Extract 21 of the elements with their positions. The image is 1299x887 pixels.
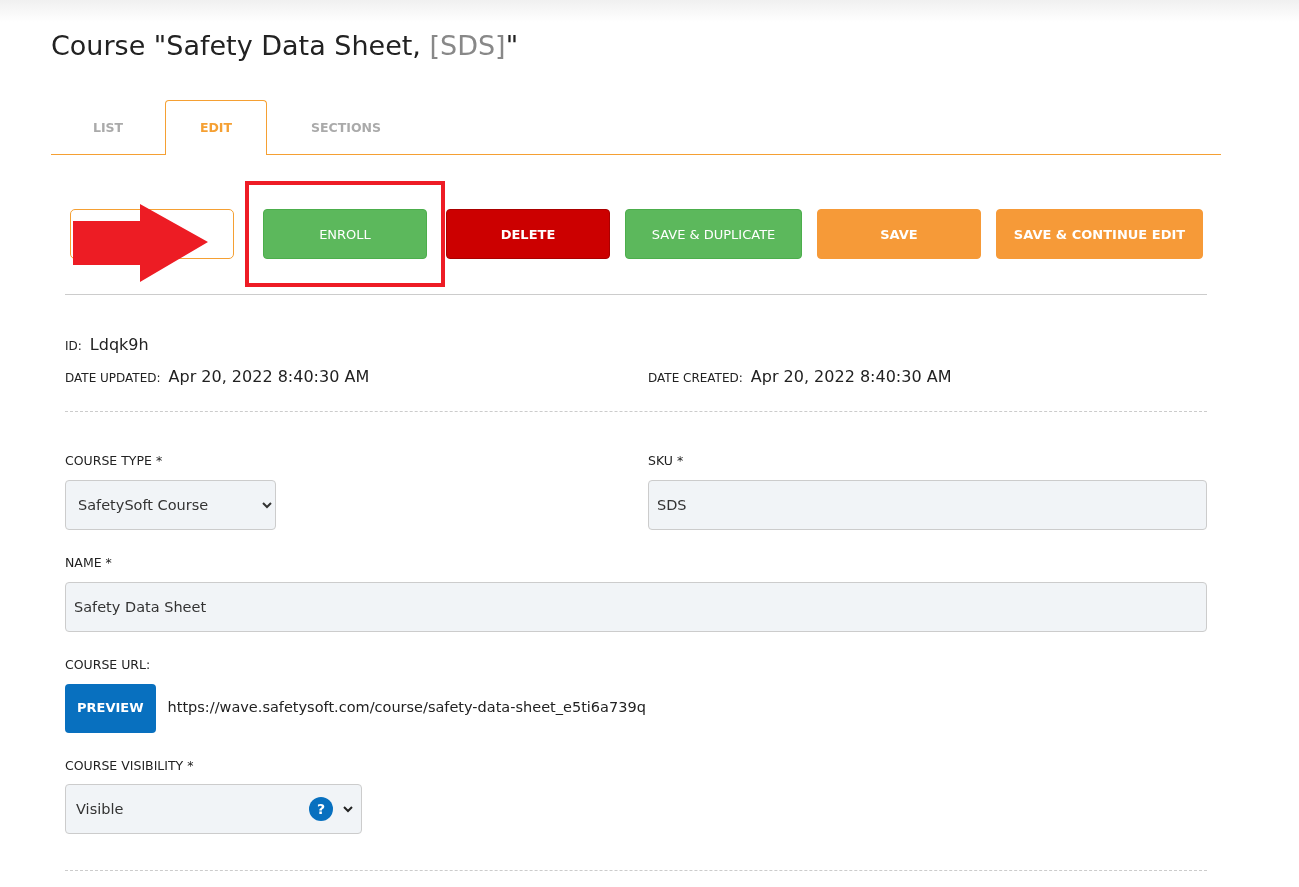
field-label: DATE UPDATED: [65,370,161,388]
field-label: COURSE URL: [65,655,152,674]
course-type-select[interactable]: SafetySoft Course [65,480,276,531]
sku-field[interactable]: SDS [648,480,1207,531]
course-url: https://wave.safetysoft.com/course/safety-data-sheet_e5ti6a739q [167,698,646,718]
field-label: COURSE VISIBILITY * [65,756,195,775]
page-title: Course "Safety Data Sheet, [SDS]" [51,30,520,63]
visibility-select[interactable]: Visible ? [65,784,362,835]
help-icon[interactable]: ? [309,797,333,822]
date-value: Apr 20, 2022 8:40:30 AM [750,366,952,389]
field-label: ID: [65,338,82,356]
action-button[interactable]: DELETE [446,209,610,260]
field-label: COURSE TYPE * [65,452,164,471]
preview-button[interactable]: PREVIEW [65,683,156,733]
field-label: DATE CREATED: [648,370,743,388]
date-value: Apr 20, 2022 8:40:30 AM [168,366,370,389]
field-label: NAME * [65,554,113,573]
caret-icon [343,805,353,814]
id-value: Ldqk9h [89,334,149,357]
field-label: SKU * [648,452,685,471]
name-field[interactable]: Safety Data Sheet [65,581,1207,632]
